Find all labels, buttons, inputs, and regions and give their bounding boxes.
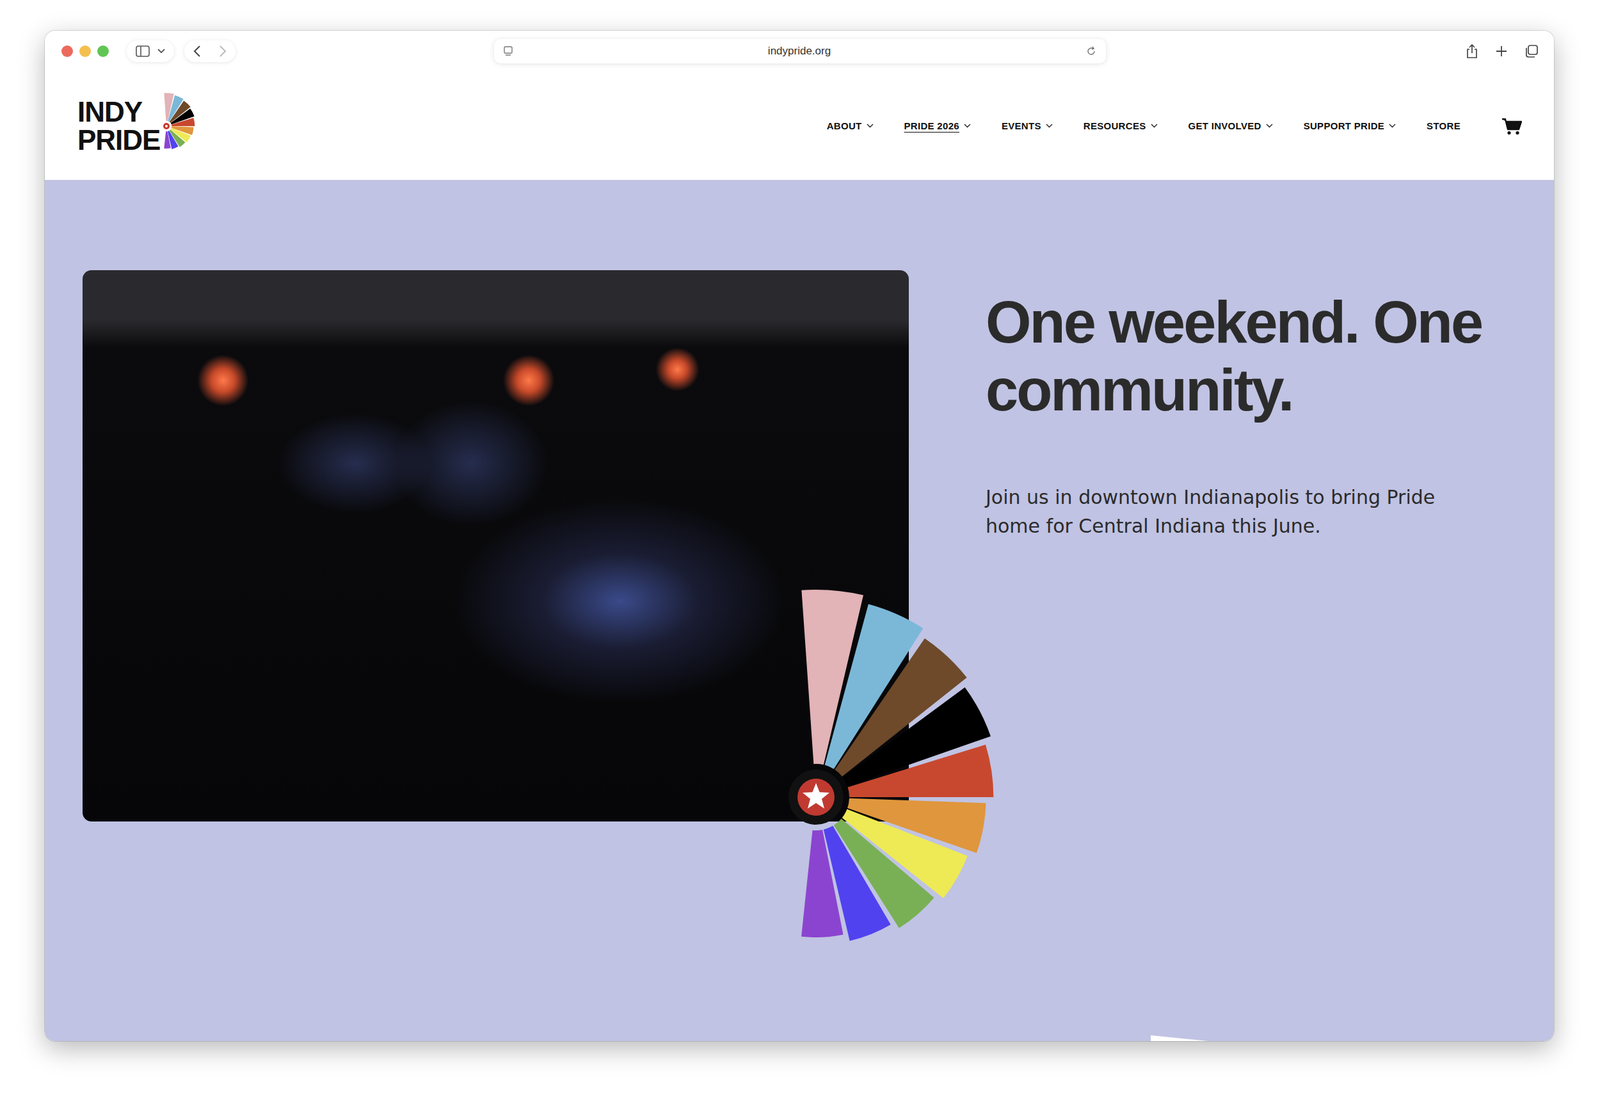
hero-heading: One weekend. One community.: [985, 288, 1536, 424]
chevron-down-icon: [157, 48, 166, 54]
logo-text: INDYPRIDE: [77, 97, 160, 155]
cart-icon[interactable]: [1501, 117, 1522, 136]
nav-label: ABOUT: [826, 120, 863, 132]
address-bar[interactable]: indypride.org: [494, 39, 1106, 64]
history-buttons: [184, 40, 236, 63]
chevron-down-icon: [963, 123, 971, 128]
nav-item[interactable]: GET INVOLVED: [1188, 120, 1273, 132]
hero-description: Join us in downtown Indianapolis to brin…: [985, 482, 1492, 541]
nav-item[interactable]: SUPPORT PRIDE: [1303, 120, 1396, 132]
nav-item[interactable]: EVENTS: [1001, 120, 1053, 132]
nav-label: PRIDE 2026: [904, 120, 960, 132]
nav-item[interactable]: PRIDE 2026: [904, 120, 971, 132]
nav-label: GET INVOLVED: [1188, 120, 1262, 132]
hero: One weekend. One community. Join us in d…: [44, 179, 1554, 1041]
decorative-shape: [1150, 1034, 1209, 1041]
minimize-button[interactable]: [79, 45, 91, 57]
close-button[interactable]: [61, 45, 73, 57]
logo-line: INDY: [77, 97, 160, 127]
hero-photo: [82, 270, 909, 822]
nav-item[interactable]: ABOUT: [826, 120, 874, 132]
hero-text: One weekend. One community. Join us in d…: [985, 270, 1536, 541]
sidebar-icon: [135, 45, 150, 57]
page-icon: [503, 45, 514, 57]
chevron-down-icon: [1150, 123, 1158, 128]
url-text: indypride.org: [768, 44, 831, 58]
desktop: indypride.org INDYPRIDE ABOUT PRIDE 2026…: [0, 0, 1600, 1100]
tabs-overview-icon[interactable]: [1524, 44, 1539, 59]
site-header: INDYPRIDE ABOUT PRIDE 2026 EVENTS RESOUR…: [44, 71, 1554, 180]
pride-fan-icon: [592, 572, 1040, 1021]
forward-icon[interactable]: [218, 45, 227, 57]
main-nav: ABOUT PRIDE 2026 EVENTS RESOURCES GET IN…: [826, 117, 1522, 136]
nav-label: STORE: [1426, 120, 1461, 132]
browser-window: indypride.org INDYPRIDE ABOUT PRIDE 2026…: [44, 30, 1554, 1041]
nav-label: SUPPORT PRIDE: [1303, 120, 1385, 132]
logo[interactable]: INDYPRIDE: [77, 90, 201, 162]
nav-item[interactable]: RESOURCES: [1083, 120, 1158, 132]
chevron-down-icon: [1388, 123, 1396, 128]
logo-line: PRIDE: [77, 126, 160, 155]
nav-label: EVENTS: [1001, 120, 1042, 132]
share-icon[interactable]: [1465, 43, 1479, 59]
nav-item[interactable]: STORE: [1426, 120, 1461, 132]
hero-media: [82, 270, 909, 822]
back-icon[interactable]: [193, 45, 201, 57]
nav-label: RESOURCES: [1083, 120, 1147, 132]
reload-icon[interactable]: [1085, 45, 1097, 57]
new-tab-icon[interactable]: [1495, 44, 1508, 58]
logo-fan-icon: [161, 90, 201, 162]
chevron-down-icon: [1265, 123, 1273, 128]
chevron-down-icon: [1045, 123, 1053, 128]
chevron-down-icon: [866, 123, 874, 128]
star-icon: [802, 782, 830, 809]
browser-toolbar: indypride.org: [44, 30, 1554, 72]
sidebar-button[interactable]: [126, 40, 175, 63]
zoom-button[interactable]: [97, 45, 109, 57]
